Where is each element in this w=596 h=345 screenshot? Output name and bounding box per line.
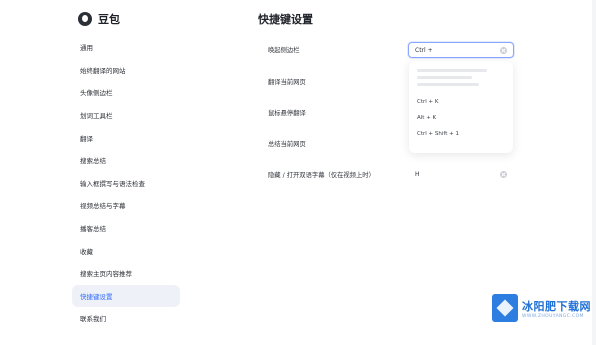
sidebar-item-general[interactable]: 通用 [72, 36, 180, 59]
blurred-text [417, 76, 472, 79]
shortcut-input-open-sidebar[interactable]: Ctrl + [408, 42, 514, 58]
sidebar-item-video-summary-subtitles[interactable]: 视频总结与字幕 [72, 194, 180, 217]
scrollbar[interactable] [592, 0, 596, 345]
settings-nav: 通用 始终翻译的网站 头像侧边栏 划词工具栏 翻译 搜索总结 输入框撰写与语法检… [72, 36, 180, 330]
shortcut-label-hover-translate: 鼠标悬停翻译 [268, 110, 306, 117]
brand: 豆包 [78, 11, 120, 27]
sidebar-item-contact-us[interactable]: 联系我们 [72, 307, 180, 330]
shortcut-value: H [415, 170, 420, 178]
blurred-text [417, 83, 479, 86]
shortcut-label-summarize-page: 总结当前网页 [268, 141, 306, 148]
page-title: 快捷键设置 [258, 13, 313, 26]
sidebar-item-selection-toolbar[interactable]: 划词工具栏 [72, 104, 180, 127]
sidebar: 豆包 通用 始终翻译的网站 头像侧边栏 划词工具栏 翻译 搜索总结 输入框撰写与… [0, 0, 190, 345]
watermark-title: 冰阳肥下载网 [522, 299, 591, 313]
sidebar-item-search-summary[interactable]: 搜索总结 [72, 149, 180, 172]
clear-icon[interactable] [500, 171, 507, 178]
shortcut-suggestion-dropdown: Ctrl + K Alt + K Ctrl + Shift + 1 [409, 61, 513, 153]
sidebar-item-always-translate-sites[interactable]: 始终翻译的网站 [72, 59, 180, 82]
site-watermark: 冰阳肥下载网 WWW.ZHOUYANGC.COM [492, 294, 591, 322]
shortcut-label-toggle-subtitles: 隐藏 / 打开双语字幕（仅在视频上时） [268, 172, 375, 179]
watermark-subtitle: WWW.ZHOUYANGC.COM [522, 313, 584, 319]
sidebar-item-avatar-sidebar[interactable]: 头像侧边栏 [72, 81, 180, 104]
app-name: 豆包 [98, 13, 120, 26]
doubao-logo-icon [78, 12, 92, 26]
cube-logo-icon [492, 294, 518, 322]
clear-icon[interactable] [500, 47, 507, 54]
sidebar-item-podcast-summary[interactable]: 播客总结 [72, 217, 180, 240]
sidebar-item-search-home-recommend[interactable]: 搜索主页内容推荐 [72, 262, 180, 285]
dropdown-option[interactable]: Alt + K [417, 110, 505, 126]
shortcut-label-open-sidebar: 唤起侧边栏 [268, 47, 300, 54]
shortcut-value: Ctrl + [415, 46, 433, 54]
sidebar-item-input-writing-grammar[interactable]: 输入框撰写与语法检查 [72, 172, 180, 195]
dropdown-option[interactable]: Ctrl + Shift + 1 [417, 126, 505, 142]
sidebar-item-favorites[interactable]: 收藏 [72, 239, 180, 262]
sidebar-item-translate[interactable]: 翻译 [72, 126, 180, 149]
dropdown-option[interactable]: Ctrl + K [417, 94, 505, 110]
shortcut-input-toggle-subtitles[interactable]: H [408, 166, 514, 182]
blurred-text [417, 69, 488, 72]
sidebar-item-shortcut-settings[interactable]: 快捷键设置 [72, 284, 180, 308]
shortcut-label-translate-page: 翻译当前网页 [268, 79, 306, 86]
